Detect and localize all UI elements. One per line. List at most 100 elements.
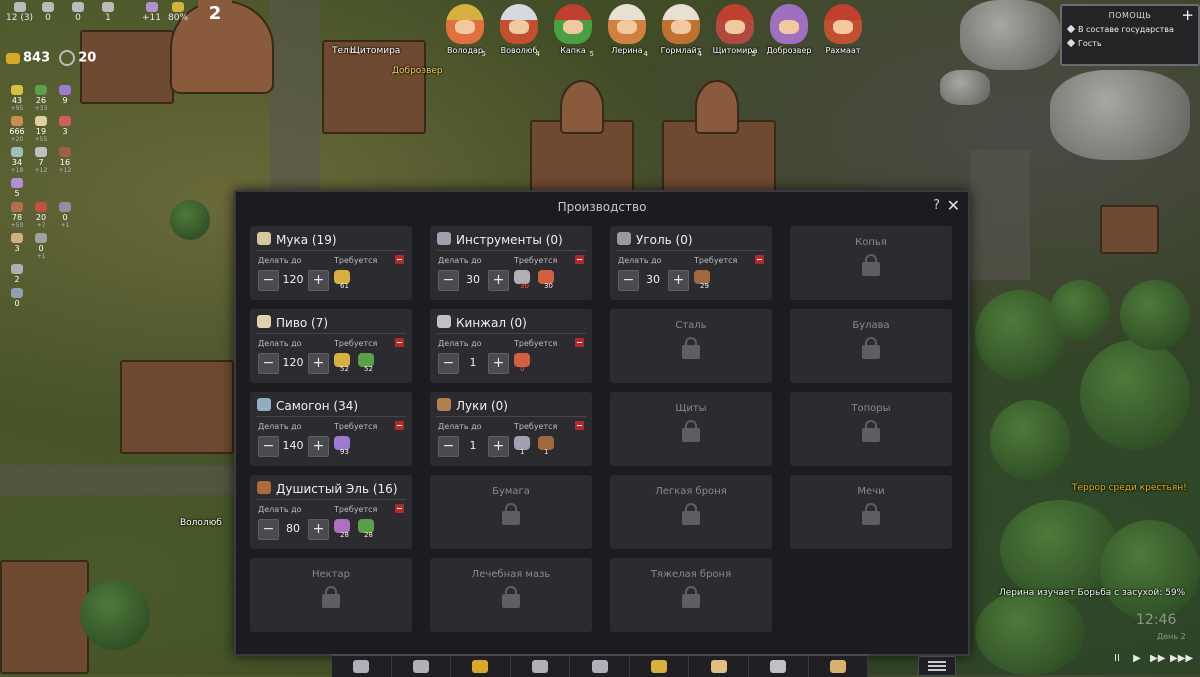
locked-recipe-card[interactable]: Топоры bbox=[790, 392, 952, 466]
increase-button[interactable]: + bbox=[308, 436, 329, 457]
fast-button[interactable]: ▶▶ bbox=[1150, 653, 1165, 665]
resource-item[interactable] bbox=[30, 178, 52, 198]
locked-recipe-card[interactable]: Копья bbox=[790, 226, 952, 300]
target-quantity[interactable]: 30 bbox=[640, 273, 666, 286]
scales-button[interactable] bbox=[749, 656, 809, 677]
decrease-button[interactable]: − bbox=[258, 270, 279, 291]
increase-button[interactable]: + bbox=[308, 519, 329, 540]
portrait-2[interactable]: Воволюб 4 bbox=[492, 4, 546, 58]
resource-item[interactable] bbox=[30, 264, 52, 284]
resource-item[interactable]: 2 bbox=[6, 264, 28, 284]
remove-recipe-button[interactable] bbox=[755, 255, 764, 264]
target-quantity[interactable]: 140 bbox=[280, 439, 306, 452]
decrease-button[interactable]: − bbox=[258, 519, 279, 540]
book-button[interactable] bbox=[689, 656, 749, 677]
help-add-button[interactable]: + bbox=[1181, 6, 1194, 24]
help-item-guest[interactable]: Гость bbox=[1066, 38, 1198, 48]
resource-item[interactable]: 43 +95 bbox=[6, 85, 28, 112]
dialog-close-button[interactable]: ✕ bbox=[947, 196, 960, 215]
play-button[interactable]: ▶ bbox=[1130, 653, 1144, 665]
locked-recipe-title: Сталь bbox=[675, 320, 707, 331]
decrease-button[interactable]: − bbox=[618, 270, 639, 291]
resource-item[interactable]: 19 +55 bbox=[30, 116, 52, 143]
locked-recipe-card[interactable]: Сталь bbox=[610, 309, 772, 383]
terror-notice[interactable]: Террор среди крестьян! bbox=[1072, 483, 1187, 493]
target-quantity[interactable]: 80 bbox=[280, 522, 306, 535]
resource-icon bbox=[35, 202, 47, 212]
remove-recipe-button[interactable] bbox=[395, 421, 404, 430]
resource-item[interactable]: 9 bbox=[54, 85, 76, 112]
decrease-button[interactable]: − bbox=[438, 270, 459, 291]
locked-recipe-card[interactable]: Мечи bbox=[790, 475, 952, 549]
crown-icon bbox=[172, 2, 184, 12]
remove-recipe-button[interactable] bbox=[575, 255, 584, 264]
help-item-state[interactable]: В составе государства bbox=[1066, 24, 1198, 34]
portrait-6[interactable]: Щитомира 5 bbox=[708, 4, 762, 58]
increase-button[interactable]: + bbox=[308, 353, 329, 374]
remove-recipe-button[interactable] bbox=[575, 421, 584, 430]
resource-item[interactable]: 7 +12 bbox=[30, 147, 52, 174]
target-quantity[interactable]: 120 bbox=[280, 273, 306, 286]
resource-item[interactable]: 666 +20 bbox=[6, 116, 28, 143]
locked-recipe-card[interactable]: Булава bbox=[790, 309, 952, 383]
research-notice[interactable]: Лерина изучает Борьба с засухой: 59% bbox=[999, 588, 1185, 598]
locked-recipe-card[interactable]: Нектар bbox=[250, 558, 412, 632]
increase-button[interactable]: + bbox=[488, 436, 509, 457]
locked-recipe-card[interactable]: Тяжелая броня bbox=[610, 558, 772, 632]
resource-item[interactable]: 3 bbox=[54, 116, 76, 143]
resource-item[interactable] bbox=[54, 178, 76, 198]
resource-item[interactable]: 0 +1 bbox=[30, 233, 52, 260]
portrait-1[interactable]: Володар 5 bbox=[438, 4, 492, 58]
resource-item[interactable] bbox=[54, 264, 76, 284]
increase-button[interactable]: + bbox=[668, 270, 689, 291]
pause-button[interactable]: II bbox=[1110, 653, 1124, 665]
map-button[interactable] bbox=[809, 656, 869, 677]
increase-button[interactable]: + bbox=[308, 270, 329, 291]
resource-item[interactable]: 0 bbox=[6, 288, 28, 308]
remove-recipe-button[interactable] bbox=[395, 338, 404, 347]
resource-item[interactable]: 34 +18 bbox=[6, 147, 28, 174]
dialog-help-button[interactable]: ? bbox=[933, 198, 940, 213]
target-quantity[interactable]: 1 bbox=[460, 439, 486, 452]
resource-item[interactable] bbox=[54, 233, 76, 260]
target-quantity[interactable]: 30 bbox=[460, 273, 486, 286]
remove-recipe-button[interactable] bbox=[575, 338, 584, 347]
resource-item[interactable]: 20 +7 bbox=[30, 202, 52, 229]
portrait-3[interactable]: Капка 5 bbox=[546, 4, 600, 58]
resource-item[interactable]: 78 +50 bbox=[6, 202, 28, 229]
hammer-button[interactable] bbox=[332, 656, 392, 677]
remove-recipe-button[interactable] bbox=[395, 504, 404, 513]
swords-button[interactable] bbox=[570, 656, 630, 677]
locked-recipe-title: Щиты bbox=[675, 403, 707, 414]
fastest-button[interactable]: ▶▶▶ bbox=[1170, 653, 1193, 665]
resource-item[interactable]: 16 +12 bbox=[54, 147, 76, 174]
decrease-button[interactable]: − bbox=[438, 353, 459, 374]
locked-recipe-card[interactable]: Легкая броня bbox=[610, 475, 772, 549]
portrait-7[interactable]: Доброзвер bbox=[762, 4, 816, 55]
level-badge[interactable]: 2 bbox=[198, 0, 232, 34]
target-quantity[interactable]: 120 bbox=[280, 356, 306, 369]
increase-button[interactable]: + bbox=[488, 270, 509, 291]
resource-item[interactable]: 26 +33 bbox=[30, 85, 52, 112]
crown-button[interactable] bbox=[630, 656, 690, 677]
locked-recipe-card[interactable]: Щиты bbox=[610, 392, 772, 466]
decrease-button[interactable]: − bbox=[438, 436, 459, 457]
increase-button[interactable]: + bbox=[488, 353, 509, 374]
product-icon bbox=[257, 398, 271, 411]
portrait-4[interactable]: Лерина 4 bbox=[600, 4, 654, 58]
locked-recipe-card[interactable]: Лечебная мазь bbox=[430, 558, 592, 632]
target-quantity[interactable]: 1 bbox=[460, 356, 486, 369]
gear-button[interactable] bbox=[392, 656, 452, 677]
portrait-8[interactable]: Рахмаат bbox=[816, 4, 870, 55]
decrease-button[interactable]: − bbox=[258, 353, 279, 374]
money-bag-button[interactable] bbox=[451, 656, 511, 677]
resource-item[interactable]: 0 +1 bbox=[54, 202, 76, 229]
decrease-button[interactable]: − bbox=[258, 436, 279, 457]
remove-recipe-button[interactable] bbox=[395, 255, 404, 264]
resource-item[interactable]: 5 bbox=[6, 178, 28, 198]
locked-recipe-card[interactable]: Бумага bbox=[430, 475, 592, 549]
portrait-5[interactable]: Гормлайт 4 bbox=[654, 4, 708, 58]
menu-toggle-button[interactable] bbox=[918, 656, 956, 676]
bar-chart-button[interactable] bbox=[511, 656, 571, 677]
resource-item[interactable]: 3 bbox=[6, 233, 28, 260]
